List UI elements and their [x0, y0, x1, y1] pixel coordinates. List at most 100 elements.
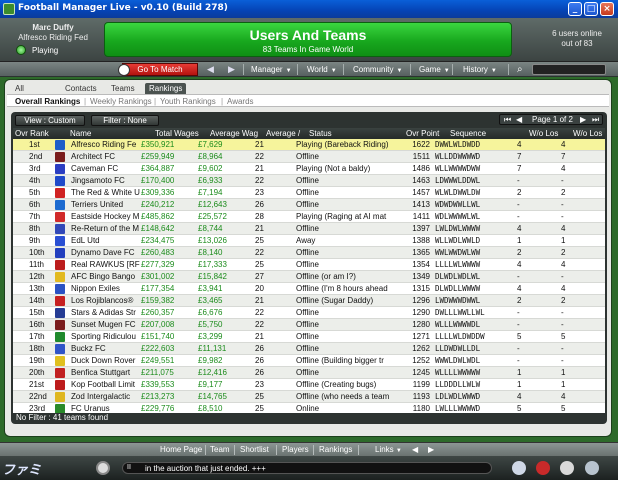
next-page-icon[interactable]: ▶: [580, 115, 586, 124]
col-ovr-rank[interactable]: Ovr Rank: [15, 129, 53, 138]
manager-info[interactable]: Marc Duffy Alfresco Riding Fed: [8, 23, 98, 43]
col-wo-loss-1[interactable]: W/o Los: [529, 129, 567, 138]
table-row[interactable]: 22nd Zod Intergalactic £213,273 £14,765 25 Of…: [13, 391, 605, 403]
team-name-cell[interactable]: Sunset Mugen FC: [71, 320, 151, 329]
team-name-cell[interactable]: Terriers United: [71, 200, 151, 209]
subtab-awards[interactable]: Awards: [227, 97, 254, 106]
bottom-back-icon[interactable]: ◀: [412, 445, 418, 454]
team-name-cell[interactable]: Benfica Stuttgart: [71, 368, 151, 377]
team-name-cell[interactable]: Eastside Hockey M: [71, 212, 151, 221]
table-row[interactable]: 4th Jingsamoto FC £170,400 £6,933 22 Offline 1…: [13, 175, 605, 187]
team-name-cell[interactable]: Real RAWKUS [RF: [71, 260, 151, 269]
menu-world[interactable]: World ▼: [307, 65, 337, 74]
mail-icon[interactable]: [585, 461, 599, 475]
table-row[interactable]: 13th Nippon Exiles £177,354 £3,941 20 Offline…: [13, 283, 605, 295]
bottom-nav-team[interactable]: Team: [210, 445, 230, 454]
close-button[interactable]: ×: [600, 2, 614, 16]
first-page-icon[interactable]: ⏮: [504, 115, 511, 125]
team-name-cell[interactable]: Jingsamoto FC: [71, 176, 151, 185]
stopwatch-icon[interactable]: [560, 461, 574, 475]
tab-rankings[interactable]: Rankings: [145, 83, 187, 94]
search-icon[interactable]: ⌕: [517, 64, 523, 75]
team-name-cell[interactable]: Buckz FC: [71, 344, 151, 353]
team-name-cell[interactable]: The Red & White U: [71, 188, 151, 197]
go-to-match-button[interactable]: Go To Match: [118, 63, 198, 76]
team-name-cell[interactable]: Dynamo Dave FC: [71, 248, 151, 257]
subtab-youth-rankings[interactable]: Youth Rankings: [160, 97, 216, 106]
table-row[interactable]: 19th Duck Down Rover £249,551 £9,982 26 Offli…: [13, 355, 605, 367]
col-status[interactable]: Status: [309, 129, 389, 138]
team-name-cell[interactable]: Caveman FC: [71, 164, 151, 173]
alert-icon[interactable]: [536, 461, 550, 475]
bottom-nav-rankings[interactable]: Rankings: [319, 445, 352, 454]
clock-icon[interactable]: [96, 461, 110, 475]
pause-icon[interactable]: II: [127, 464, 131, 471]
bottom-nav-players[interactable]: Players: [282, 445, 309, 454]
col-name[interactable]: Name: [70, 129, 140, 138]
table-row[interactable]: 8th Re-Return of the M £148,642 £8,744 21 Off…: [13, 223, 605, 235]
table-row[interactable]: 9th EdL Utd £234,475 £13,026 25 Away 1388 WLLWD…: [13, 235, 605, 247]
back-arrow-icon[interactable]: ◀: [207, 64, 214, 75]
menu-game[interactable]: Game ▼: [419, 65, 450, 74]
team-name-cell[interactable]: Sporting Ridiculou: [71, 332, 151, 341]
team-name-cell[interactable]: Kop Football Limit: [71, 380, 151, 389]
table-row[interactable]: 7th Eastside Hockey M £485,862 £25,572 28 Pla…: [13, 211, 605, 223]
team-name-cell[interactable]: Alfresco Riding Fe: [71, 140, 151, 149]
forward-arrow-icon[interactable]: ▶: [228, 64, 235, 75]
table-row[interactable]: 11th Real RAWKUS [RF £277,329 £17,333 25 Offl…: [13, 259, 605, 271]
table-row[interactable]: 18th Buckz FC £222,603 £11,131 26 Offline 1262…: [13, 343, 605, 355]
maximize-button[interactable]: □: [584, 2, 598, 16]
subtab-weekly-rankings[interactable]: Weekly Rankings: [90, 97, 152, 106]
table-row[interactable]: 20th Benfica Stuttgart £211,075 £12,416 26 Of…: [13, 367, 605, 379]
tab-teams[interactable]: Teams: [111, 83, 135, 94]
team-name-cell[interactable]: AFC Bingo Bango: [71, 272, 151, 281]
minimize-button[interactable]: _: [568, 2, 582, 16]
table-row[interactable]: 6th Terriers United £240,212 £12,643 26 Offli…: [13, 199, 605, 211]
col-sequence[interactable]: Sequence: [450, 129, 520, 138]
table-row[interactable]: 5th The Red & White U £309,336 £7,194 23 Offl…: [13, 187, 605, 199]
table-row[interactable]: 1st Alfresco Riding Fe £350,921 £7,629 21 Pla…: [13, 139, 605, 151]
shirt-icon[interactable]: [512, 461, 526, 475]
col-total-wages[interactable]: Total Wages: [155, 129, 205, 138]
team-name-cell[interactable]: Duck Down Rover: [71, 356, 151, 365]
table-row[interactable]: 16th Sunset Mugen FC £207,008 £5,750 22 Offli…: [13, 319, 605, 331]
table-row[interactable]: 15th Stars & Adidas Str £260,357 £6,676 22 Of…: [13, 307, 605, 319]
bottom-nav-shortlist[interactable]: Shortlist: [240, 445, 269, 454]
team-name-cell[interactable]: FC Uranus: [71, 404, 151, 413]
team-name-cell[interactable]: EdL Utd: [71, 236, 151, 245]
tab-contacts[interactable]: Contacts: [65, 83, 97, 94]
team-name-cell[interactable]: Stars & Adidas Str: [71, 308, 151, 317]
team-name-cell[interactable]: Re-Return of the M: [71, 224, 151, 233]
table-row[interactable]: 3rd Caveman FC £364,887 £9,602 21 Playing (No…: [13, 163, 605, 175]
menu-community[interactable]: Community ▼: [353, 65, 402, 74]
users-online[interactable]: 6 users online out of 83: [546, 29, 608, 49]
menu-manager[interactable]: Manager ▼: [251, 65, 292, 74]
prev-page-icon[interactable]: ◀: [516, 115, 522, 124]
table-row[interactable]: 12th AFC Bingo Bango £301,002 £15,842 27 Offl…: [13, 271, 605, 283]
last-page-icon[interactable]: ⏭: [592, 115, 599, 125]
manager-status[interactable]: Playing: [32, 46, 58, 55]
menu-history[interactable]: History ▼: [463, 65, 497, 74]
table-row[interactable]: 14th Los Rojiblancos® £159,382 £3,465 21 Offl…: [13, 295, 605, 307]
table-row[interactable]: 2nd Architect FC £259,949 £8,964 22 Offline 15…: [13, 151, 605, 163]
table-row[interactable]: 17th Sporting Ridiculou £151,740 £3,299 21 Of…: [13, 331, 605, 343]
subtab-overall-rankings[interactable]: Overall Rankings: [15, 97, 80, 106]
team-name-cell[interactable]: Architect FC: [71, 152, 151, 161]
bottom-nav-home[interactable]: Home Page: [160, 445, 202, 454]
search-input[interactable]: [532, 64, 606, 75]
bottom-forward-icon[interactable]: ▶: [428, 445, 434, 454]
view-custom-button[interactable]: View : Custom: [15, 115, 85, 126]
table-row[interactable]: 21st Kop Football Limit £339,553 £9,177 23 Of…: [13, 379, 605, 391]
col-ovr-points[interactable]: Ovr Point: [406, 129, 446, 138]
team-name-cell[interactable]: Nippon Exiles: [71, 284, 151, 293]
team-name-cell[interactable]: Zod Intergalactic: [71, 392, 151, 401]
bottom-nav-links[interactable]: Links ▼: [375, 445, 402, 454]
col-average-wage[interactable]: Average Wag: [210, 129, 260, 138]
table-row[interactable]: 10th Dynamo Dave FC £260,483 £8,140 22 Offlin…: [13, 247, 605, 259]
col-wo-loss-2[interactable]: W/o Los: [573, 129, 605, 138]
col-average-age[interactable]: Average /: [266, 129, 304, 138]
average-wage-cell: £3,941: [198, 284, 223, 293]
filter-none-button[interactable]: Filter : None: [91, 115, 159, 126]
team-name-cell[interactable]: Los Rojiblancos®: [71, 296, 151, 305]
tab-all-users[interactable]: All Users: [15, 83, 36, 102]
